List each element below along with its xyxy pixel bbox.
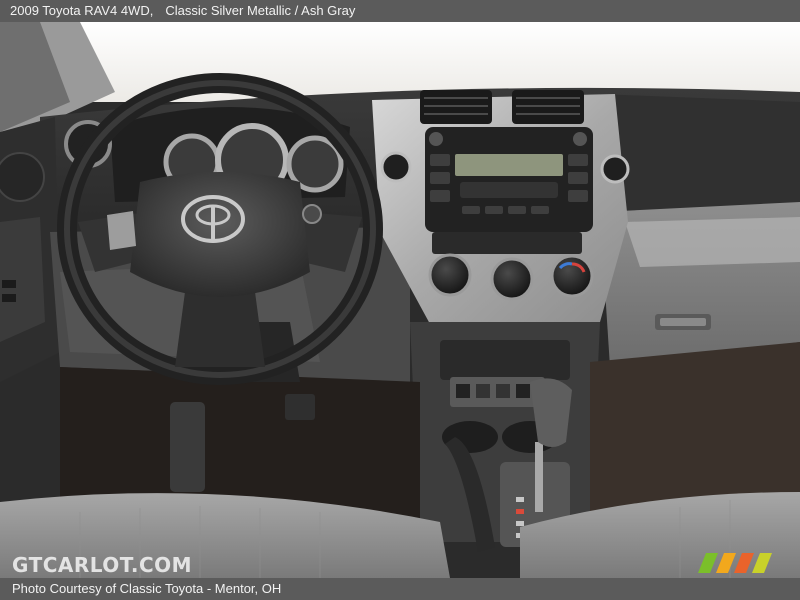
title-bar: 2009 Toyota RAV4 4WD, Classic Silver Meta… (0, 0, 800, 22)
photo-credit-bar: Photo Courtesy of Classic Toyota - Mento… (0, 578, 800, 600)
steering-hub (130, 172, 310, 297)
interior-photo (0, 22, 800, 578)
vehicle-title: 2009 Toyota RAV4 4WD (10, 3, 150, 18)
hazard-button (380, 151, 412, 183)
climate-knob-right (550, 254, 594, 298)
pedal (170, 402, 205, 492)
watermark: GTCARLOT.COM (12, 553, 193, 577)
dashboard-illustration (0, 22, 800, 578)
climate-knob-left (428, 253, 472, 297)
gtcarlot-logo-icon (698, 553, 772, 573)
volume-knob (429, 132, 443, 146)
climate-knob-center (490, 257, 534, 301)
radio-display (455, 154, 563, 176)
vehicle-colors: Classic Silver Metallic / Ash Gray (165, 3, 356, 18)
photo-credit: Photo Courtesy of Classic Toyota - Mento… (12, 581, 282, 596)
audio-head-unit (425, 127, 593, 232)
tune-knob (573, 132, 587, 146)
